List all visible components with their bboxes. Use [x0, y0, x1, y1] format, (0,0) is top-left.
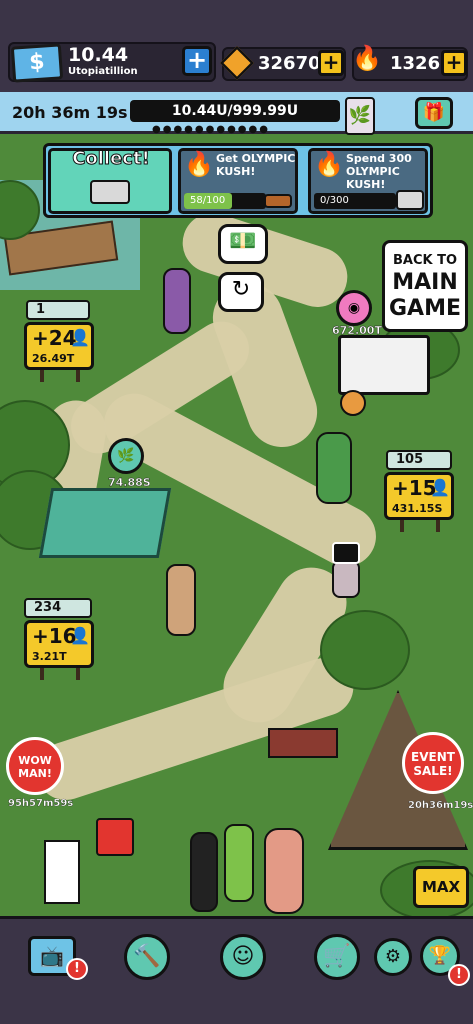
collect-orb[interactable]: ◉: [336, 290, 372, 326]
money-unit-label: Utopiatillion: [68, 66, 138, 77]
kush-lock-icon[interactable]: 🌿: [345, 97, 375, 135]
refresh-icon[interactable]: ↻: [218, 272, 264, 312]
character-bearded-man[interactable]: [166, 564, 196, 636]
station-count-tag: 1: [26, 300, 90, 320]
collect-orb[interactable]: 🌿: [108, 438, 144, 474]
worker-icon: 👤: [70, 626, 90, 645]
station-value: 431.15S: [392, 502, 443, 515]
station-count-tag: 105: [386, 450, 452, 470]
sign-post: [76, 370, 80, 382]
money-value: 10.44: [68, 44, 129, 66]
character-hippie-girl[interactable]: [163, 268, 191, 334]
station-count-tag: 234: [24, 598, 92, 618]
worker-icon: 👤: [70, 328, 90, 347]
hammer-icon[interactable]: 🔨: [124, 934, 170, 980]
character-alien[interactable]: [332, 560, 360, 598]
task-progress-text: 0/300: [320, 195, 349, 206]
character-icon[interactable]: ☺: [220, 934, 266, 980]
character-hazmat[interactable]: [190, 832, 218, 912]
task-progress-text: 58/100: [190, 195, 226, 206]
fire-value: 1326: [390, 53, 441, 74]
event-sale-badge[interactable]: EVENT SALE!: [402, 732, 464, 794]
collect-label: Collect!: [72, 148, 151, 170]
event-timer: 20h36m19s: [408, 800, 473, 811]
task-progress-bar: 0/300: [314, 193, 396, 209]
task-title: Spend 300 OLYMPIC KUSH!: [346, 152, 412, 191]
worker-icon: 👤: [430, 478, 450, 497]
chest-icon: [90, 180, 130, 204]
cigar-box-icon: [264, 194, 292, 208]
trophy-alert-badge: !: [448, 964, 470, 986]
tv-alert-badge: !: [66, 958, 88, 980]
fire-icon: 🔥: [352, 44, 382, 72]
add-money-button[interactable]: +: [182, 46, 212, 76]
cart-icon[interactable]: 🛒: [314, 934, 360, 980]
orb-value: 74.88S: [108, 476, 151, 489]
max-label: MAX: [421, 878, 461, 896]
back-button-line3: GAME: [388, 296, 461, 321]
sign-post: [40, 370, 44, 382]
character-old-man[interactable]: [264, 828, 304, 914]
money-bill-icon: $: [10, 43, 64, 83]
progress-dots: ●●●●●●●●●●●: [152, 124, 270, 135]
gem-value: 32670: [258, 53, 321, 74]
wow-timer: 95h57m59s: [8, 798, 74, 809]
character-surfer-girl[interactable]: [224, 824, 254, 902]
character-redhead[interactable]: [316, 432, 352, 504]
sign-post: [76, 668, 80, 680]
tv-object[interactable]: [332, 542, 360, 564]
station-count: 234: [34, 600, 62, 615]
add-fire-button[interactable]: +: [441, 50, 467, 76]
cash-stack-bubble[interactable]: 💵: [218, 224, 268, 264]
cooler[interactable]: [96, 818, 134, 856]
picnic-table: [268, 728, 338, 758]
sign-post: [40, 668, 44, 680]
station-count: 1: [36, 302, 46, 317]
gear-icon[interactable]: ⚙: [374, 938, 412, 976]
kush-fire-icon: 🔥: [184, 150, 214, 178]
station-value: 3.21T: [32, 650, 67, 663]
tent-building[interactable]: [38, 488, 172, 558]
shack-building[interactable]: [338, 335, 430, 395]
max-button[interactable]: MAX: [413, 866, 469, 908]
add-gems-button[interactable]: +: [318, 50, 344, 76]
event-countdown: 20h 36m 19s: [12, 103, 128, 122]
task-progress-bar: 58/100: [184, 193, 266, 209]
event-progress: 10.44U/999.99U: [130, 100, 340, 122]
back-button-line2: MAIN: [392, 270, 458, 295]
wow-man-badge[interactable]: WOW MAN!: [6, 737, 64, 795]
tree: [320, 610, 410, 690]
orb-value: 672.00T: [332, 324, 382, 337]
sign-post: [400, 520, 404, 532]
sign-post: [436, 520, 440, 532]
station-value: 26.49T: [32, 352, 75, 365]
character-cat[interactable]: [340, 390, 366, 416]
gift-shop-icon[interactable]: 🎁: [415, 97, 453, 129]
back-button-line1: BACK TO: [392, 253, 458, 268]
banner-flag: [44, 840, 80, 904]
task-title: Get OLYMPIC KUSH!: [216, 152, 296, 178]
chest-icon: [396, 190, 424, 210]
station-count: 105: [396, 452, 424, 467]
kush-fire-icon: 🔥: [314, 150, 344, 178]
